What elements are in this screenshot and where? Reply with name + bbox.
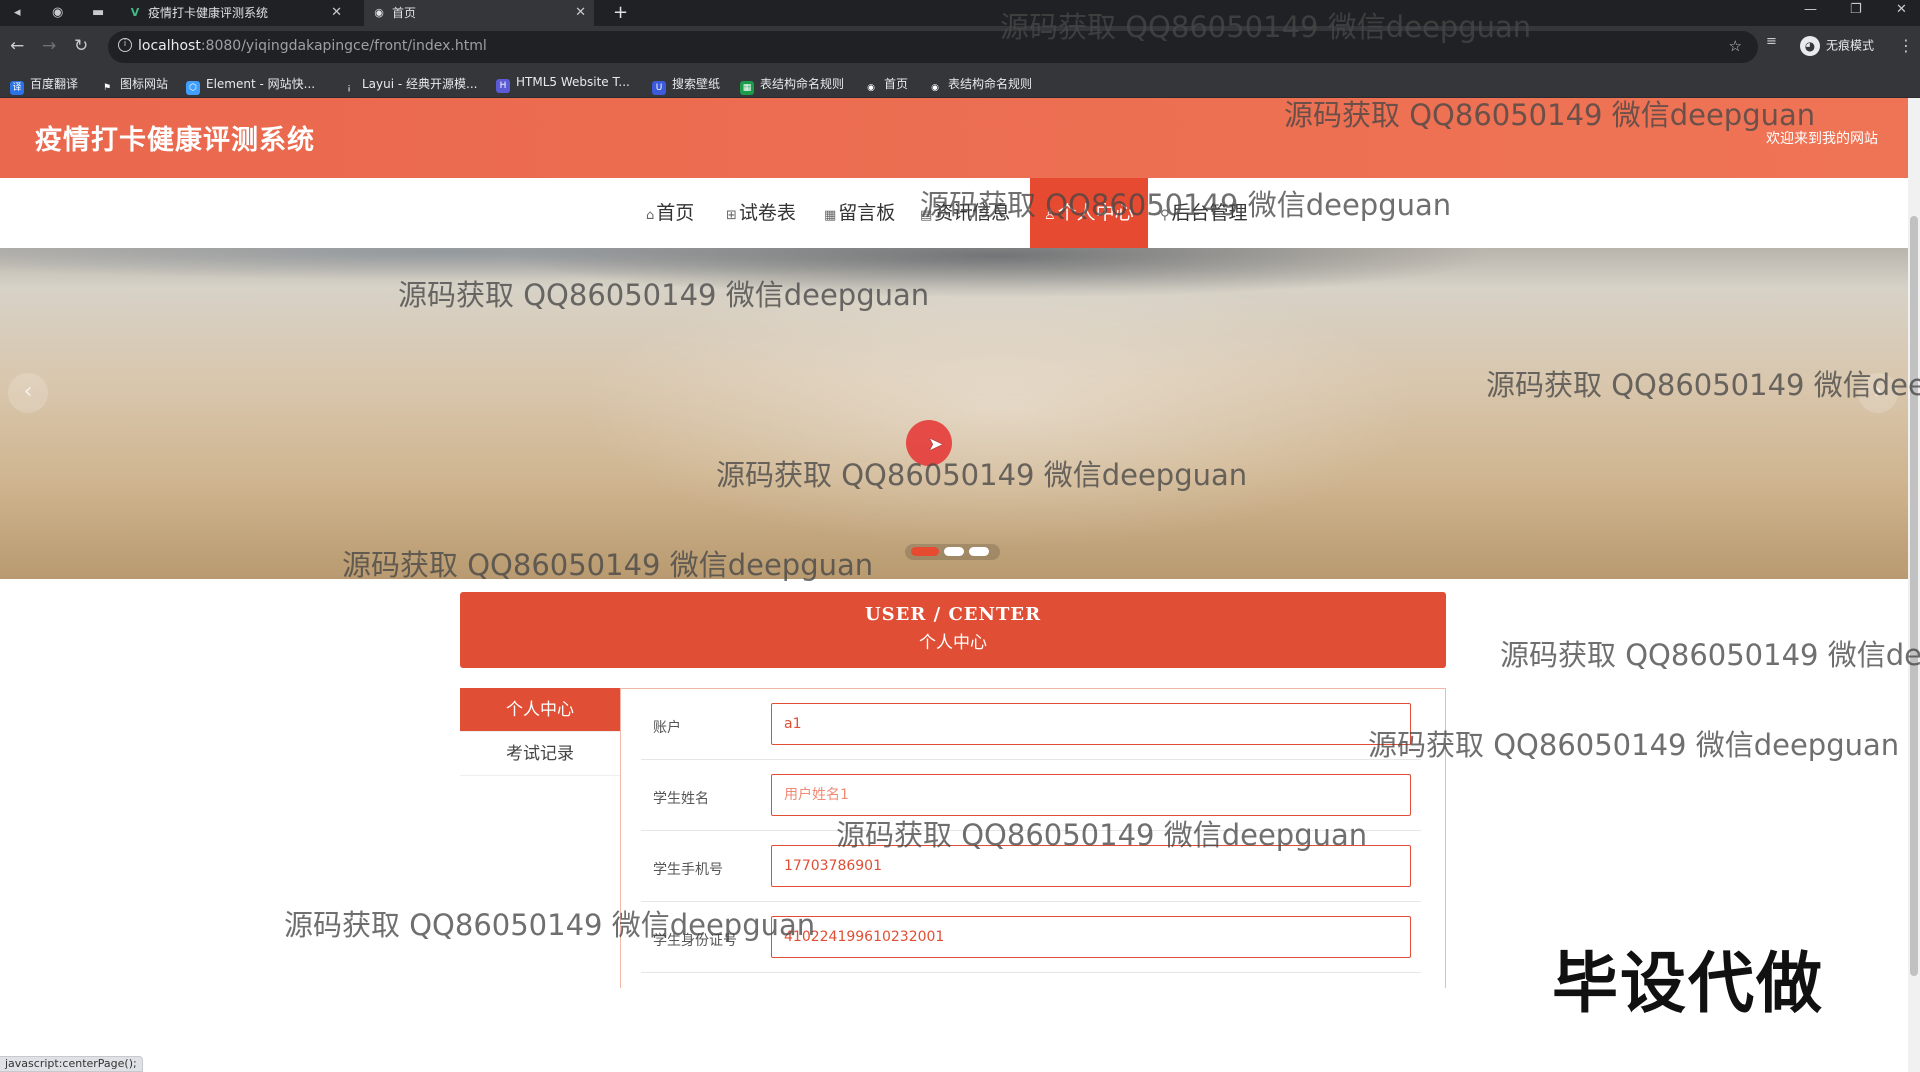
bookmarks-bar: 译百度翻译 ⚑ 图标网站 ⬡ Element - 网站快... ¡ Layui - 经… (0, 68, 1920, 98)
site-title: 疫情打卡健康评测系统 (35, 125, 315, 156)
form-label: 学生手机号 (653, 862, 723, 878)
form-label: 学生身份证号 (653, 933, 737, 949)
form-row-id-card: 学生身份证号 (641, 902, 1421, 973)
bookmark-item[interactable]: H HTML5 Website T... (496, 75, 630, 93)
bookmark-item[interactable]: U 搜索壁纸 (652, 75, 720, 95)
carousel-next-icon[interactable]: › (1858, 373, 1898, 413)
bookmark-item[interactable]: 译百度翻译 (10, 75, 78, 95)
id-card-field[interactable] (771, 916, 1411, 958)
promo-text: 毕设代做 (1552, 945, 1824, 1022)
section-title-en: USER / CENTER (864, 604, 1042, 625)
banner-image (0, 248, 1908, 579)
account-field[interactable] (771, 703, 1411, 745)
user-icon: ♙ (1044, 208, 1056, 223)
side-item-exam-records[interactable]: 考试记录 (460, 732, 620, 776)
reload-icon[interactable]: ↻ (74, 36, 88, 56)
back-icon[interactable]: ← (10, 36, 24, 56)
new-tab-button[interactable]: + (613, 1, 628, 25)
tab-title: 疫情打卡健康评测系统 (148, 6, 269, 20)
bookmark-item[interactable]: ◉ 首页 (864, 75, 908, 95)
sheet-icon: ▦ (740, 81, 754, 95)
globe-icon: ◉ (374, 6, 384, 19)
banner-carousel[interactable]: ‹ › ➤ (0, 248, 1908, 579)
form-label: 学生姓名 (653, 791, 709, 807)
form-row-account: 账户 (641, 689, 1421, 760)
nav-admin[interactable]: ⚲ 后台管理 (1160, 178, 1248, 248)
bookmark-star-icon[interactable]: ☆ (1729, 37, 1742, 55)
student-name-field[interactable] (771, 774, 1411, 816)
carousel-dot[interactable] (944, 547, 964, 556)
side-item-user-center[interactable]: 个人中心 (460, 688, 620, 732)
page-scrollbar[interactable] (1908, 98, 1920, 1072)
translate-icon: 译 (10, 81, 24, 95)
url-field[interactable]: i localhost:8080/yiqingdakapingce/front/… (108, 31, 1758, 63)
carousel-indicators (905, 544, 1000, 560)
html5-icon: H (496, 79, 510, 93)
bookmark-item[interactable]: ◉ 表结构命名规则 (928, 75, 1032, 95)
layui-icon: ¡ (347, 83, 351, 93)
welcome-text: 欢迎来到我的网站 (1766, 131, 1878, 147)
tab-title: 首页 (392, 6, 417, 20)
flag-icon: ⚑ (102, 83, 112, 93)
form-label: 账户 (653, 720, 681, 736)
tab-search-icon[interactable]: ▬ (92, 4, 104, 22)
incognito-profile[interactable]: ◕ 无痕模式 (1800, 36, 1874, 56)
more-menu-icon[interactable]: ⋮ (1898, 36, 1914, 55)
nav-news[interactable]: ▤ 资讯信息 (920, 178, 1010, 248)
side-menu: 个人中心 考试记录 (460, 688, 620, 776)
wallpaper-icon: U (652, 81, 666, 95)
tab-vue-app[interactable]: V 疫情打卡健康评测系统 ✕ (120, 0, 350, 26)
news-icon: ▤ (920, 208, 933, 223)
nav-user-center[interactable]: ♙ 个人中心 (1030, 178, 1148, 248)
browser-tab-strip: ◂ ◉ ▬ V 疫情打卡健康评测系统 ✕ ◉ 首页 ✕ + — ❐ ✕ (0, 0, 1920, 26)
main-nav: ⌂ 首页 ⊞ 试卷表 ▦ 留言板 ▤ 资讯信息 ♙ 个人中心 ⚲ 后台管理 (0, 178, 1908, 248)
close-icon[interactable]: ✕ (575, 0, 586, 26)
minimize-icon[interactable]: — (1804, 2, 1817, 17)
home-icon: ⌂ (646, 208, 655, 223)
bookmark-item[interactable]: ▦ 表结构命名规则 (740, 75, 844, 95)
incognito-icon: ◕ (1800, 36, 1820, 56)
bookmark-item[interactable]: ⚑ 图标网站 (100, 75, 168, 95)
link-icon: ⚲ (1160, 208, 1170, 223)
profile-label: 无痕模式 (1826, 38, 1875, 53)
board-icon: ▦ (824, 208, 837, 223)
reading-list-icon[interactable]: ≡ (1766, 34, 1777, 60)
carousel-dot[interactable] (911, 547, 939, 556)
scrollbar-thumb[interactable] (1910, 216, 1918, 976)
nav-message-board[interactable]: ▦ 留言板 (824, 178, 895, 248)
mouse-cursor-icon: ➤ (928, 434, 944, 455)
page-viewport: 疫情打卡健康评测系统 欢迎来到我的网站 ⌂ 首页 ⊞ 试卷表 ▦ 留言板 ▤ 资讯信息 … (0, 98, 1908, 1072)
info-icon[interactable]: i (118, 38, 132, 52)
site-header: 疫情打卡健康评测系统 欢迎来到我的网站 (0, 98, 1908, 178)
address-bar-row: ← → ↻ i localhost:8080/yiqingdakapingce/… (0, 26, 1920, 68)
nav-exam-papers[interactable]: ⊞ 试卷表 (726, 178, 796, 248)
globe-icon: ◉ (867, 83, 875, 93)
form-row-phone: 学生手机号 (641, 831, 1421, 902)
bookmark-item[interactable]: ⬡ Element - 网站快... (186, 75, 315, 95)
form-row-name: 学生姓名 (641, 760, 1421, 831)
tab-home[interactable]: ◉ 首页 ✕ (364, 0, 594, 26)
globe-icon: ◉ (931, 83, 939, 93)
restore-icon[interactable]: ❐ (1850, 2, 1862, 17)
url-text: localhost:8080/yiqingdakapingce/front/in… (138, 38, 487, 54)
phone-field[interactable] (771, 845, 1411, 887)
carousel-prev-icon[interactable]: ‹ (8, 373, 48, 413)
profile-form: 账户 学生姓名 学生手机号 学生身份证号 (620, 688, 1446, 988)
carousel-dot[interactable] (969, 547, 989, 556)
speaker-icon[interactable]: ◂ (14, 4, 21, 22)
close-window-icon[interactable]: ✕ (1896, 2, 1907, 17)
nav-home[interactable]: ⌂ 首页 (646, 178, 694, 248)
section-title-zh: 个人中心 (919, 633, 987, 653)
status-bar: javascript:centerPage(); (0, 1056, 143, 1072)
section-title-bar: USER / CENTER 个人中心 (460, 592, 1446, 668)
close-icon[interactable]: ✕ (331, 0, 342, 26)
bookmark-item[interactable]: ¡ Layui - 经典开源模... (342, 75, 477, 95)
grid-icon: ⊞ (726, 208, 737, 223)
forward-icon[interactable]: → (42, 36, 56, 56)
globe-icon[interactable]: ◉ (52, 4, 63, 22)
element-icon: ⬡ (186, 81, 200, 95)
vue-logo-icon: V (130, 6, 140, 19)
